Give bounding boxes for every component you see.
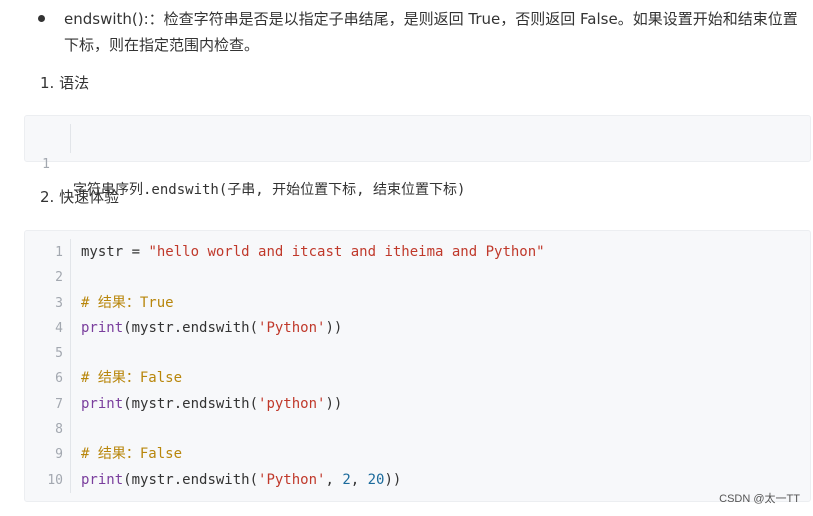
section-heading-syntax: 1. 语法 [40, 74, 90, 92]
line-number: 6 [55, 371, 63, 387]
code-line: 5 [25, 341, 810, 366]
code-text: print(mystr.endswith('Python')) [81, 319, 343, 336]
code-text: print(mystr.endswith('Python', 2, 20)) [81, 471, 402, 488]
bullet-paragraph: endswith():：检查字符串是否是以指定子串结尾，是则返回 True，否则… [38, 6, 810, 58]
code-line: 3 # 结果：True [25, 291, 810, 316]
bullet-text: endswith():：检查字符串是否是以指定子串结尾，是则返回 True，否则… [64, 10, 798, 54]
section-heading-quick-demo: 2. 快速体验 [40, 188, 120, 206]
line-number: 1 [55, 245, 63, 260]
code-line: 9 # 结果：False [25, 442, 810, 467]
code-text: print(mystr.endswith('python')) [81, 395, 343, 412]
code-line: 10 print(mystr.endswith('Python', 2, 20)) [25, 468, 810, 493]
line-number: 8 [55, 422, 63, 438]
code-line: 6 # 结果：False [25, 366, 810, 391]
code-text: mystr = "hello world and itcast and ithe… [81, 244, 545, 260]
bullet-dot-icon [38, 15, 45, 22]
code-text: # 结果：True [81, 294, 174, 311]
line-number: 7 [55, 396, 63, 412]
line-number: 5 [55, 346, 63, 362]
code-line: 1 mystr = "hello world and itcast and ith… [25, 240, 810, 265]
code-line: 8 [25, 417, 810, 442]
line-number: 2 [55, 270, 63, 286]
example-code-block: 1 mystr = "hello world and itcast and ith… [24, 230, 811, 502]
code-line: 1 字符串序列.endswith(子串, 开始位置下标, 结束位置下标) [25, 127, 810, 197]
code-line: 7 print(mystr.endswith('python')) [25, 392, 810, 417]
watermark: CSDN @太一TT [719, 493, 800, 505]
line-number: 9 [55, 447, 63, 463]
code-text: # 结果：False [81, 370, 183, 387]
code-text: 字符串序列.endswith(子串, 开始位置下标, 结束位置下标) [73, 181, 466, 198]
syntax-code-block: 1 字符串序列.endswith(子串, 开始位置下标, 结束位置下标) [24, 115, 811, 198]
line-number: 3 [55, 295, 63, 311]
line-number: 1 [42, 157, 50, 173]
line-number: 10 [47, 472, 63, 488]
code-line: 2 [25, 265, 810, 290]
code-text: # 结果：False [81, 446, 183, 463]
code-line: 4 print(mystr.endswith('Python')) [25, 316, 810, 341]
line-number: 4 [55, 320, 63, 336]
